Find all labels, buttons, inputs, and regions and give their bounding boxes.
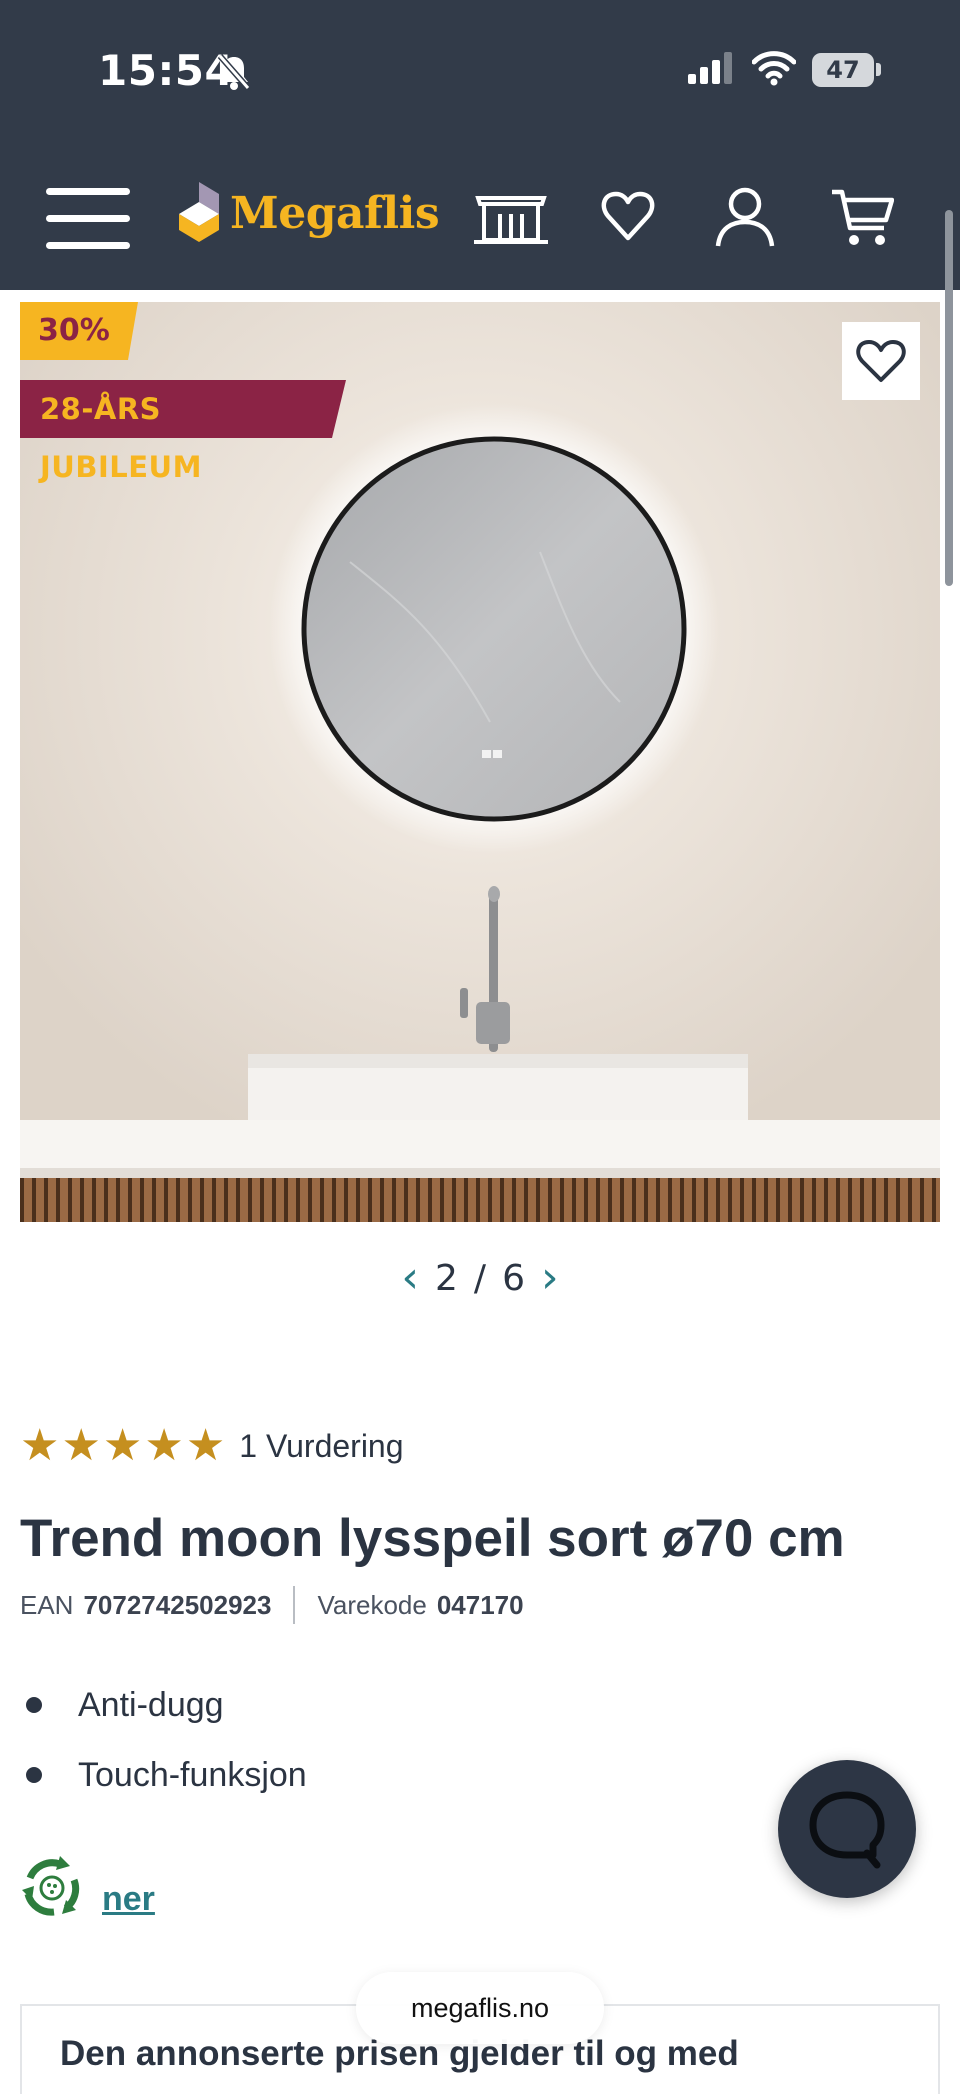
menu-icon[interactable] [46, 188, 130, 250]
bullet [26, 1767, 42, 1783]
status-bar: 15:54 47 [0, 0, 960, 148]
store-icon[interactable] [472, 184, 550, 254]
star-icon: ★ [102, 1420, 143, 1471]
brand-name: Megaflis [230, 187, 440, 239]
site-header: Megaflis [0, 148, 960, 290]
chevron-left-icon[interactable]: ‹ [401, 1256, 419, 1300]
bullet [26, 1697, 42, 1713]
cart-icon[interactable] [830, 184, 895, 254]
browser-url-bar[interactable]: megaflis.no [356, 1972, 604, 2044]
ean-label: EAN [20, 1589, 74, 1620]
wifi-icon [751, 50, 797, 90]
star-icon: ★ [20, 1420, 60, 1471]
discount-badge: 30% [20, 302, 138, 360]
battery-level: 47 [826, 56, 860, 84]
feature-text: Touch-funksjon [78, 1755, 307, 1794]
gallery-current: 2 [435, 1257, 458, 1299]
gallery-separator: / [473, 1257, 487, 1299]
signal-icon [688, 52, 736, 88]
divider [293, 1586, 296, 1624]
star-icon: ★ [144, 1420, 184, 1471]
more-info-link[interactable]: ner [102, 1880, 155, 1919]
rating-count[interactable]: 1 Vurdering [239, 1428, 403, 1465]
chat-button[interactable] [778, 1760, 916, 1898]
page-scrollbar[interactable] [945, 210, 953, 586]
chat-bubble-icon [809, 1791, 885, 1869]
heart-icon[interactable] [600, 184, 656, 254]
battery-nub [876, 63, 881, 76]
recycle-icon [16, 1852, 88, 1928]
feature-list: Anti-dugg Touch-funksjon [20, 1670, 307, 1810]
campaign-badge: 28-ÅRS JUBILEUM [20, 380, 346, 484]
logo-mark-icon [179, 182, 219, 242]
chevron-right-icon[interactable]: › [541, 1256, 559, 1300]
product-rating[interactable]: ★ ★ ★ ★ ★ 1 Vurdering [20, 1424, 404, 1468]
brand-logo[interactable]: Megaflis [174, 180, 440, 246]
gallery-pager: ‹ 2 / 6 › [380, 1248, 580, 1308]
sku-label: Varekode [317, 1589, 427, 1620]
feature-text: Anti-dugg [78, 1685, 224, 1724]
star-icon: ★ [61, 1420, 101, 1471]
user-icon[interactable] [714, 184, 776, 254]
star-icon: ★ [185, 1420, 226, 1471]
product-codes: EAN 7072742502923 Varekode 047170 [20, 1586, 524, 1624]
battery-icon: 47 [812, 53, 874, 87]
bell-slash-icon [214, 52, 254, 96]
ean-value: 7072742502923 [83, 1589, 272, 1620]
heart-outline-icon [856, 340, 906, 382]
sku-value: 047170 [436, 1589, 524, 1620]
gallery-total: 6 [502, 1257, 525, 1299]
list-item: Anti-dugg [20, 1670, 307, 1740]
add-to-wishlist-button[interactable] [842, 322, 920, 400]
list-item: Touch-funksjon [20, 1740, 307, 1810]
product-title: Trend moon lysspeil sort ø70 cm [20, 1509, 845, 1568]
